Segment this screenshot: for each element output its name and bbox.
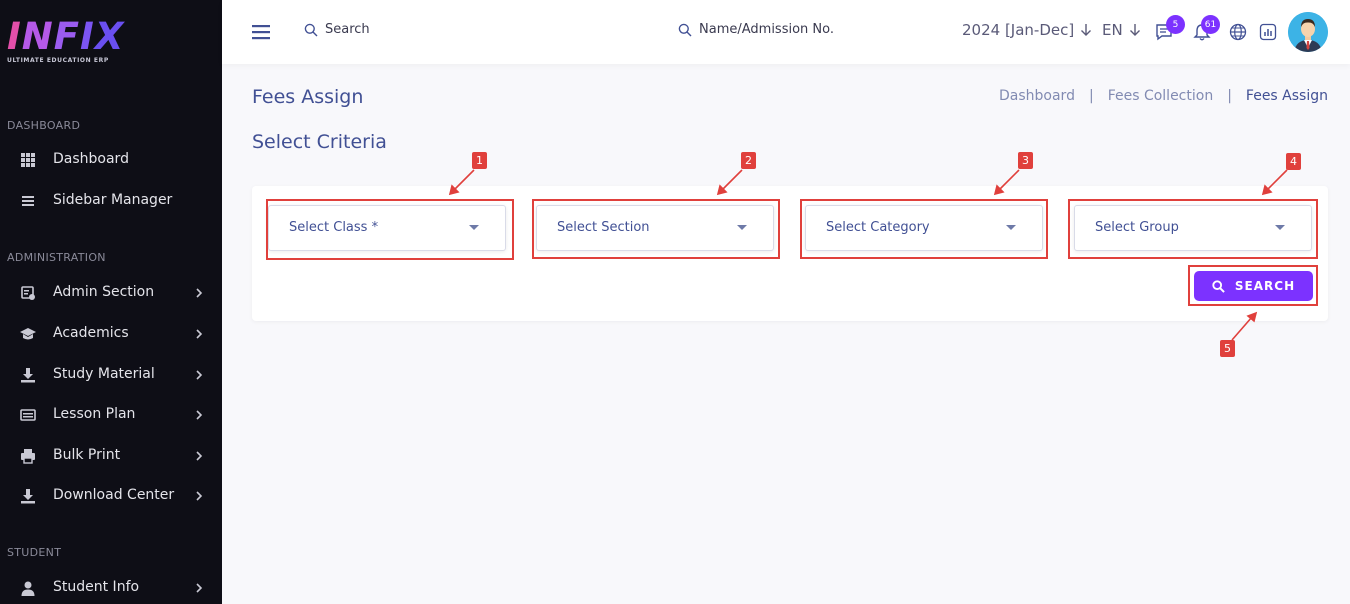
download-tray-icon [21,368,35,383]
menu-search[interactable]: Search [304,22,370,37]
messages-badge: 5 [1166,15,1185,34]
breadcrumb: Dashboard | Fees Collection | Fees Assig… [999,88,1328,104]
sidebar-item-label: Dashboard [53,151,129,167]
student-search-label: Name/Admission No. [699,22,834,37]
sidebar-item-bulk-print[interactable]: Bulk Print [0,441,222,471]
chevron-right-icon [196,451,203,461]
language-value: EN [1102,21,1123,39]
menu-lines-icon [22,196,34,206]
chevron-right-icon [196,410,203,420]
annotation-number: 4 [1286,153,1301,170]
page-title: Fees Assign [252,86,364,108]
highlight-box-search [1188,265,1318,306]
sidebar: INFIX ULTIMATE EDUCATION ERP DASHBOARD D… [0,0,222,604]
section-title-select-criteria: Select Criteria [252,131,387,153]
sidebar-section-dashboard: DASHBOARD [7,119,81,132]
language-selector[interactable]: EN [1102,21,1141,39]
breadcrumb-separator: | [1088,88,1094,104]
logo-tagline: ULTIMATE EDUCATION ERP [7,57,109,64]
sidebar-item-sidebar-manager[interactable]: Sidebar Manager [0,186,222,216]
breadcrumb-separator: | [1227,88,1232,104]
sidebar-item-admin-section[interactable]: Admin Section [0,278,222,308]
arrow-down-icon [1129,24,1140,36]
user-icon [21,581,35,596]
chevron-right-icon [196,329,203,339]
sidebar-item-label: Bulk Print [53,447,121,463]
sidebar-item-academics[interactable]: Academics [0,319,222,349]
menu-search-label: Search [325,22,370,37]
annotation-number: 2 [741,152,756,169]
logo-wordmark: INFIX [7,15,125,58]
sidebar-item-label: Lesson Plan [53,406,136,422]
sidebar-section-administration: ADMINISTRATION [7,251,106,264]
graduation-cap-icon [20,328,36,340]
sidebar-item-label: Admin Section [53,284,155,300]
globe-icon[interactable] [1228,22,1248,42]
lesson-icon [20,409,36,421]
arrow-down-icon [1081,24,1092,36]
sidebar-item-dashboard[interactable]: Dashboard [0,145,222,175]
hamburger-menu-icon[interactable] [252,24,270,40]
download-tray-icon [21,489,35,504]
chevron-right-icon [196,288,203,298]
notifications-badge: 61 [1201,15,1220,34]
sidebar-item-label: Student Info [53,579,140,595]
sidebar-item-lesson-plan[interactable]: Lesson Plan [0,400,222,430]
user-avatar[interactable] [1288,12,1328,52]
grid-icon [21,153,35,167]
academic-year-selector[interactable]: 2024 [Jan-Dec] [962,21,1092,39]
admin-icon [21,286,35,300]
sidebar-item-study-material[interactable]: Study Material [0,360,222,390]
breadcrumb-fees-collection[interactable]: Fees Collection [1108,88,1214,104]
sidebar-item-label: Sidebar Manager [53,192,173,208]
sidebar-item-label: Study Material [53,366,155,382]
breadcrumb-dashboard[interactable]: Dashboard [999,88,1075,104]
printer-icon [21,449,35,464]
top-bar: Search Name/Admission No. 2024 [Jan-Dec]… [222,0,1350,64]
sidebar-item-label: Academics [53,325,129,341]
brand-logo[interactable]: INFIX ULTIMATE EDUCATION ERP [7,15,125,65]
highlight-box-section [532,199,780,259]
highlight-box-group [1068,199,1318,259]
sidebar-item-download-center[interactable]: Download Center [0,481,222,511]
sidebar-item-student-info[interactable]: Student Info [0,573,222,603]
highlight-box-category [800,199,1048,259]
annotation-number: 1 [472,152,487,169]
breadcrumb-fees-assign: Fees Assign [1245,88,1328,104]
search-icon [678,23,692,36]
statistics-icon[interactable] [1258,22,1278,42]
chevron-right-icon [196,370,203,380]
sidebar-item-label: Download Center [53,487,175,503]
student-search[interactable]: Name/Admission No. [678,22,834,37]
annotation-number: 5 [1220,340,1235,357]
academic-year-value: 2024 [Jan-Dec] [962,21,1075,39]
chevron-right-icon [196,491,203,501]
search-icon [304,23,318,36]
highlight-box-class [266,199,514,260]
sidebar-section-student: STUDENT [7,546,62,559]
annotation-number: 3 [1018,152,1033,169]
chevron-right-icon [196,583,203,593]
avatar-image [1288,12,1328,52]
